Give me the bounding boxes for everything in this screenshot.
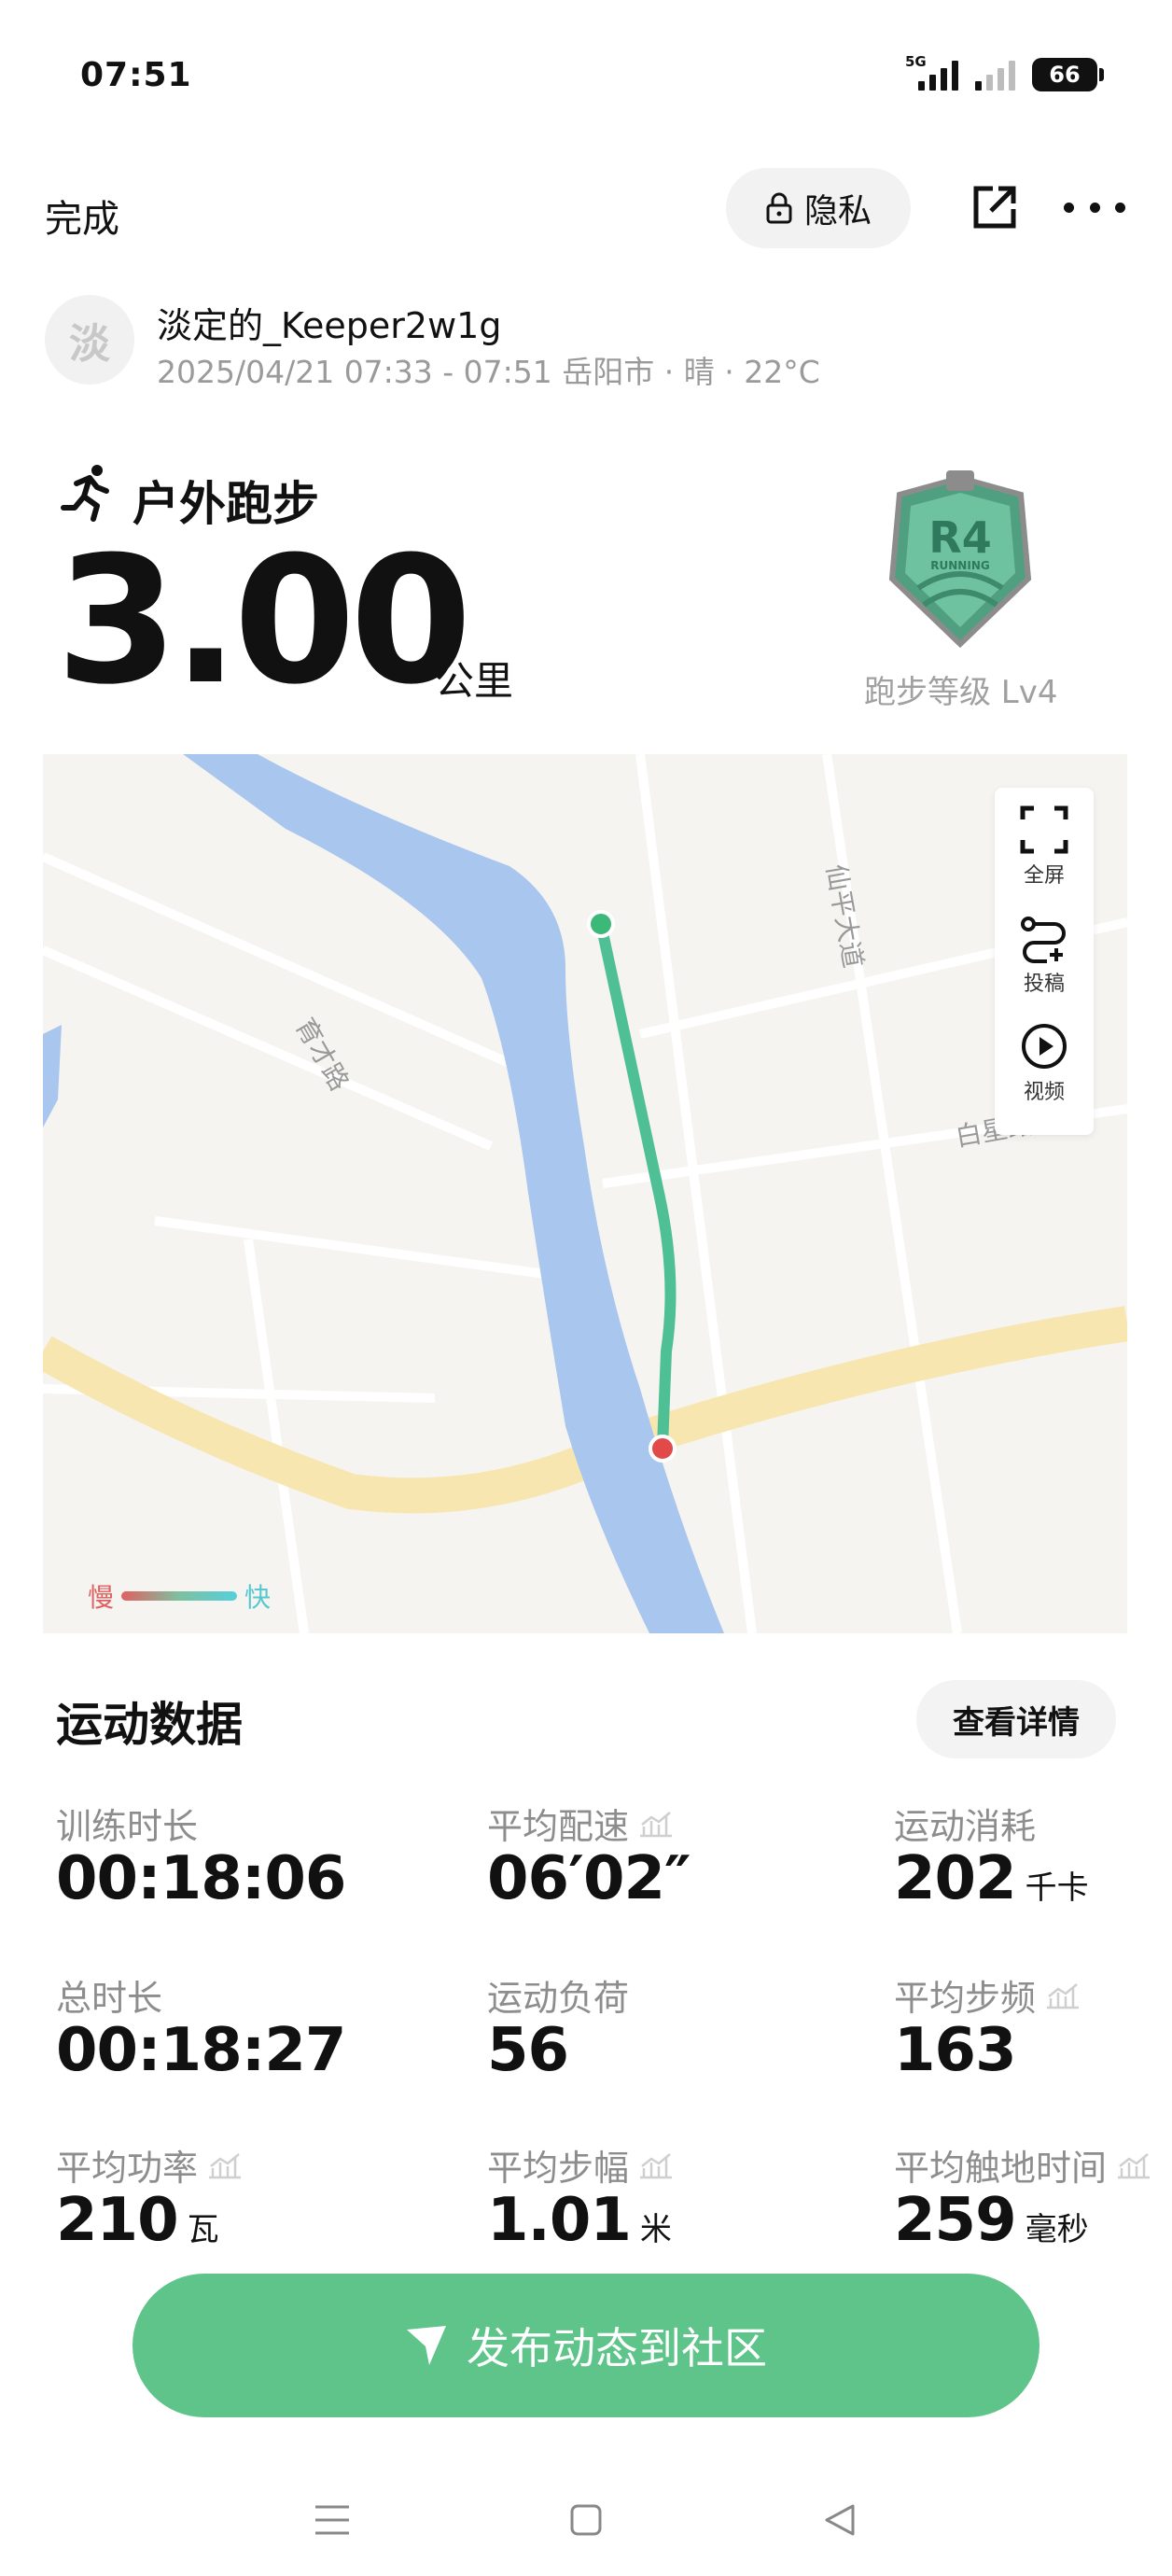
stat-value-number: 1.01 [487,2186,632,2255]
stat-unit: 米 [639,2211,672,2248]
submit-route-label: 投稿 [1023,973,1065,996]
network-type-label: 5G [905,53,927,70]
stat-label: 总时长 [56,1969,162,2021]
status-icons: 5G 66 [905,53,1104,95]
stat-value: 210 瓦 [56,2186,219,2255]
fullscreen-tool[interactable]: 全屏 [1019,805,1069,913]
road-label-yucai: 育才路 [289,1013,356,1096]
stat-unit: 瓦 [187,2211,219,2248]
submit-route-tool[interactable]: 投稿 [1019,913,1069,1021]
legend-slow: 慢 [88,1582,115,1613]
more-options-icon[interactable] [1064,183,1125,231]
stat-label: 运动负荷 [487,1969,629,2021]
stat-value: 56 [487,2016,569,2085]
stat-value: 06′02″ [487,1844,691,1913]
legend-gradient [121,1591,238,1601]
road-label-xianping: 仙平大道 [820,861,869,970]
battery-level: 66 [1049,62,1081,88]
stat-label: 平均步频 [894,1969,1081,2021]
stat-value-number: 00:18:27 [56,2016,346,2085]
home-nav-icon[interactable] [558,2492,614,2548]
distance-unit: 公里 [435,658,514,704]
stat-value-number: 259 [894,2186,1017,2255]
trend-chart-icon[interactable] [207,2151,243,2179]
stats-title: 运动数据 [56,1698,243,1752]
status-time: 07:51 [80,56,192,94]
trend-chart-icon[interactable] [638,2151,674,2179]
badge-code: R4 [928,512,991,563]
share-icon[interactable] [970,183,1019,231]
river-side [43,1025,62,1127]
signal-sim2-icon [975,59,1015,91]
map-canvas: 育才路 仙平大道 白星路 [43,754,1127,1633]
route-start-marker [587,910,615,938]
scroll-fade [0,2427,1172,2464]
publish-button[interactable]: 发布动态到社区 [133,2274,1039,2417]
trend-chart-icon[interactable] [1116,2151,1151,2179]
privacy-label: 隐私 [803,192,872,231]
stat-label-text: 平均配速 [487,1806,630,1847]
map-toolbar: 全屏 投稿 视频 [995,788,1094,1135]
play-video-icon [1022,1024,1067,1069]
stat-label-text: 平均触地时间 [894,2148,1108,2189]
running-level-badge-icon[interactable]: R4 RUNNING [881,467,1039,653]
route-map[interactable]: 育才路 仙平大道 白星路 全屏 投稿 视频 慢 快 [43,754,1127,1633]
stat-value: 00:18:06 [56,1844,346,1913]
stat-label: 平均触地时间 [894,2139,1151,2191]
legend-fast: 快 [244,1582,272,1613]
stat-value: 259 毫秒 [894,2186,1089,2255]
video-tool[interactable]: 视频 [1019,1021,1069,1129]
stat-value-number: 00:18:06 [56,1844,346,1913]
route-end-marker [649,1435,677,1463]
battery-icon: 66 [1032,58,1104,91]
stat-value-number: 56 [487,2016,569,2085]
trend-chart-icon[interactable] [1045,1981,1081,2009]
stat-value: 163 [894,2016,1017,2085]
system-nav-bar [0,2464,1172,2576]
fullscreen-icon [1020,805,1068,854]
stat-label: 训练时长 [56,1798,198,1849]
stat-unit: 千卡 [1025,1869,1089,1907]
view-details-button[interactable]: 查看详情 [916,1680,1116,1758]
stat-value-number: 06′02″ [487,1844,691,1913]
menu-nav-icon[interactable] [304,2492,360,2548]
video-label: 视频 [1023,1081,1065,1104]
stat-label-text: 平均功率 [56,2148,199,2189]
avatar[interactable]: 淡 [45,295,134,385]
trend-chart-icon[interactable] [638,1810,674,1838]
badge-label: 跑步等级 Lv4 [864,674,1058,711]
send-icon [407,2326,446,2365]
route-submit-icon [1021,917,1066,963]
badge-sub: RUNNING [930,559,989,572]
lock-icon [766,192,792,224]
stat-value-number: 163 [894,2016,1017,2085]
running-icon [61,465,109,522]
stat-label: 平均配速 [487,1798,674,1849]
signal-5g-icon: 5G [905,53,958,91]
stat-value-number: 202 [894,1844,1017,1913]
stat-label-text: 运动消耗 [894,1806,1037,1847]
stat-label-text: 平均步频 [894,1978,1037,2019]
username: 淡定的_Keeper2w1g [157,305,502,346]
stat-label-text: 总时长 [56,1978,163,2019]
stat-value: 1.01 米 [487,2186,672,2255]
publish-label: 发布动态到社区 [467,2323,767,2373]
back-nav-icon[interactable] [812,2492,868,2548]
fullscreen-label: 全屏 [1023,864,1065,888]
stat-unit: 毫秒 [1025,2211,1089,2248]
distance-value: 3.00 [56,519,472,723]
stat-value-number: 210 [56,2186,179,2255]
pace-legend: 慢 快 [88,1577,271,1615]
stat-label: 平均步幅 [487,2139,674,2191]
done-button[interactable]: 完成 [45,189,119,243]
privacy-button[interactable]: 隐私 [726,168,911,248]
stat-label-text: 训练时长 [56,1806,199,1847]
activity-meta: 2025/04/21 07:33 - 07:51 岳阳市 · 晴 · 22°C [157,354,820,390]
stat-value: 00:18:27 [56,2016,346,2085]
stat-label: 平均功率 [56,2139,243,2191]
stat-value: 202 千卡 [894,1844,1089,1913]
stat-label: 运动消耗 [894,1798,1036,1849]
stat-label-text: 平均步幅 [487,2148,630,2189]
stat-label-text: 运动负荷 [487,1978,630,2019]
